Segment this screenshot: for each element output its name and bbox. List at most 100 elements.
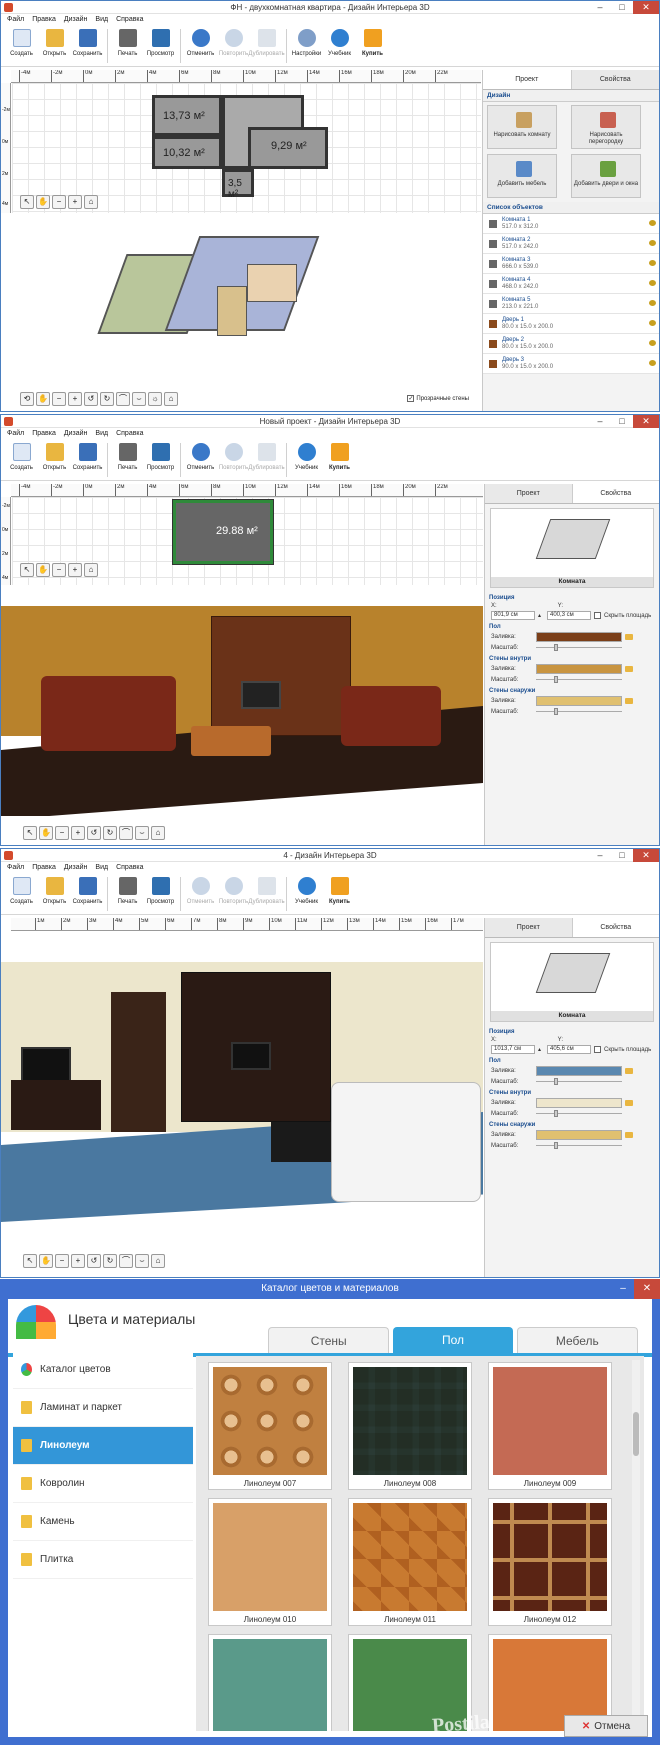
list-item[interactable]: Дверь 3 90.0 x 15.0 x 200.0 xyxy=(483,354,659,374)
tilt-up-icon[interactable]: ⌒ xyxy=(119,826,133,840)
settings-button[interactable]: Настройки xyxy=(290,27,323,65)
category-stone[interactable]: Камень xyxy=(13,1503,193,1541)
redo-button[interactable]: Повторить xyxy=(217,27,250,65)
save-button[interactable]: Сохранить xyxy=(71,875,104,913)
category-linoleum[interactable]: Линолеум xyxy=(13,1427,193,1465)
menu-design[interactable]: Дизайн xyxy=(64,14,88,25)
hand-icon[interactable]: ✋ xyxy=(36,392,50,406)
zoom-out-icon[interactable]: − xyxy=(55,1254,69,1268)
list-item[interactable]: Комната 2 517.0 x 242.0 xyxy=(483,234,659,254)
redo-button[interactable]: Повторить xyxy=(217,441,250,479)
home-icon[interactable]: ⌂ xyxy=(84,195,98,209)
buy-button[interactable]: Купить xyxy=(323,875,356,913)
menu-edit[interactable]: Правка xyxy=(32,862,56,873)
3d-view[interactable]: ↖ ✋ − + ↺ ↻ ⌒ ⌣ ⌂ xyxy=(1,586,483,845)
eye-icon[interactable] xyxy=(649,280,656,286)
home-icon[interactable]: ⌂ xyxy=(151,1254,165,1268)
folder-icon[interactable] xyxy=(625,1132,633,1138)
tab-floor[interactable]: Пол xyxy=(393,1327,513,1353)
home-icon[interactable]: ⌂ xyxy=(151,826,165,840)
walls-outside-scale-slider[interactable] xyxy=(536,708,622,716)
list-item[interactable]: Комната 1 517.0 x 312.0 xyxy=(483,214,659,234)
tilt-down-icon[interactable]: ⌣ xyxy=(132,392,146,406)
maximize-button[interactable]: □ xyxy=(611,415,633,428)
folder-icon[interactable] xyxy=(625,1100,633,1106)
new-button[interactable]: Создать xyxy=(5,27,38,65)
menu-edit[interactable]: Правка xyxy=(32,14,56,25)
print-button[interactable]: Печать xyxy=(111,875,144,913)
menu-help[interactable]: Справка xyxy=(116,428,143,439)
home-icon[interactable]: ⌂ xyxy=(84,563,98,577)
x-input[interactable]: 1013,7 см xyxy=(491,1045,535,1054)
material-tile[interactable]: Линолеум 010 xyxy=(208,1498,332,1626)
buy-button[interactable]: Купить xyxy=(356,27,389,65)
eye-icon[interactable] xyxy=(649,240,656,246)
duplicate-button[interactable]: Дублировать xyxy=(248,27,285,65)
add-furniture-button[interactable]: Добавить мебель xyxy=(487,154,557,198)
list-item[interactable]: Комната 5 213.0 x 221.0 xyxy=(483,294,659,314)
close-button[interactable]: ✕ xyxy=(633,415,659,428)
floor-fill-swatch[interactable] xyxy=(536,632,622,642)
x-input[interactable]: 801,9 см xyxy=(491,611,535,620)
maximize-button[interactable]: □ xyxy=(611,849,633,862)
draw-partition-button[interactable]: Нарисовать перегородку xyxy=(571,105,641,149)
eye-icon[interactable] xyxy=(649,260,656,266)
hand-icon[interactable]: ✋ xyxy=(39,1254,53,1268)
undo-button[interactable]: Отменить xyxy=(184,875,217,913)
cancel-button[interactable]: ✕ Отмена xyxy=(564,1715,648,1737)
print-button[interactable]: Печать xyxy=(111,441,144,479)
plan-room-5[interactable]: 3,5 м² xyxy=(222,169,254,200)
menu-file[interactable]: Файл xyxy=(7,428,24,439)
minimize-button[interactable]: – xyxy=(612,1279,634,1299)
zoom-in-icon[interactable]: + xyxy=(71,826,85,840)
tiles-scrollbar[interactable] xyxy=(632,1360,640,1720)
category-tile[interactable]: Плитка xyxy=(13,1541,193,1579)
zoom-out-icon[interactable]: − xyxy=(52,563,66,577)
menu-edit[interactable]: Правка xyxy=(32,428,56,439)
preview-button[interactable]: Просмотр xyxy=(144,27,177,65)
rotate-left-icon[interactable]: ↺ xyxy=(84,392,98,406)
3d-view[interactable]: ↖ ✋ − + ↺ ↻ ⌒ ⌣ ⌂ xyxy=(1,932,483,1277)
menu-file[interactable]: Файл xyxy=(7,862,24,873)
x-stepper[interactable]: ▴ xyxy=(538,1046,544,1053)
rotate-right-icon[interactable]: ↻ xyxy=(103,826,117,840)
minimize-button[interactable]: – xyxy=(589,415,611,428)
menu-help[interactable]: Справка xyxy=(116,14,143,25)
tilt-down-icon[interactable]: ⌣ xyxy=(135,826,149,840)
undo-button[interactable]: Отменить xyxy=(184,441,217,479)
hide-area-checkbox[interactable] xyxy=(594,612,601,619)
floor-plan-canvas[interactable]: 13,73 м² 10,32 м² 9,29 м² 3,5 м² ↖ ✋ − + ⌂ xyxy=(12,83,481,213)
menu-view[interactable]: Вид xyxy=(95,14,108,25)
redo-button[interactable]: Повторить xyxy=(217,875,250,913)
preview-button[interactable]: Просмотр xyxy=(144,875,177,913)
new-button[interactable]: Создать xyxy=(5,441,38,479)
list-item[interactable]: Комната 4 468.0 x 242.0 xyxy=(483,274,659,294)
hide-area-checkbox[interactable] xyxy=(594,1046,601,1053)
draw-room-button[interactable]: Нарисовать комнату xyxy=(487,105,557,149)
menu-design[interactable]: Дизайн xyxy=(64,862,88,873)
category-color-catalog[interactable]: Каталог цветов xyxy=(13,1351,193,1389)
close-button[interactable]: ✕ xyxy=(634,1279,660,1299)
home-icon[interactable]: ⌂ xyxy=(164,392,178,406)
floor-scale-slider[interactable] xyxy=(536,1078,622,1086)
close-button[interactable]: ✕ xyxy=(633,849,659,862)
menu-design[interactable]: Дизайн xyxy=(64,428,88,439)
eye-icon[interactable] xyxy=(649,340,656,346)
floor-fill-swatch[interactable] xyxy=(536,1066,622,1076)
tab-properties[interactable]: Свойства xyxy=(572,484,659,503)
duplicate-button[interactable]: Дублировать xyxy=(248,875,285,913)
scrollbar-thumb[interactable] xyxy=(633,1412,639,1456)
rotate-left-icon[interactable]: ↺ xyxy=(87,826,101,840)
list-item[interactable]: Дверь 1 80.0 x 15.0 x 200.0 xyxy=(483,314,659,334)
tab-project[interactable]: Проект xyxy=(485,484,573,503)
close-button[interactable]: ✕ xyxy=(633,1,659,14)
tab-furniture[interactable]: Мебель xyxy=(516,1327,638,1353)
material-tile[interactable]: Линолеум 007 xyxy=(208,1362,332,1490)
cursor-icon[interactable]: ↖ xyxy=(23,826,37,840)
tab-properties[interactable]: Свойства xyxy=(572,918,659,937)
tab-properties[interactable]: Свойства xyxy=(571,70,659,89)
material-tile[interactable]: Линолеум 012 xyxy=(488,1498,612,1626)
eye-icon[interactable] xyxy=(649,220,656,226)
minimize-button[interactable]: – xyxy=(589,1,611,14)
hand-icon[interactable]: ✋ xyxy=(39,826,53,840)
